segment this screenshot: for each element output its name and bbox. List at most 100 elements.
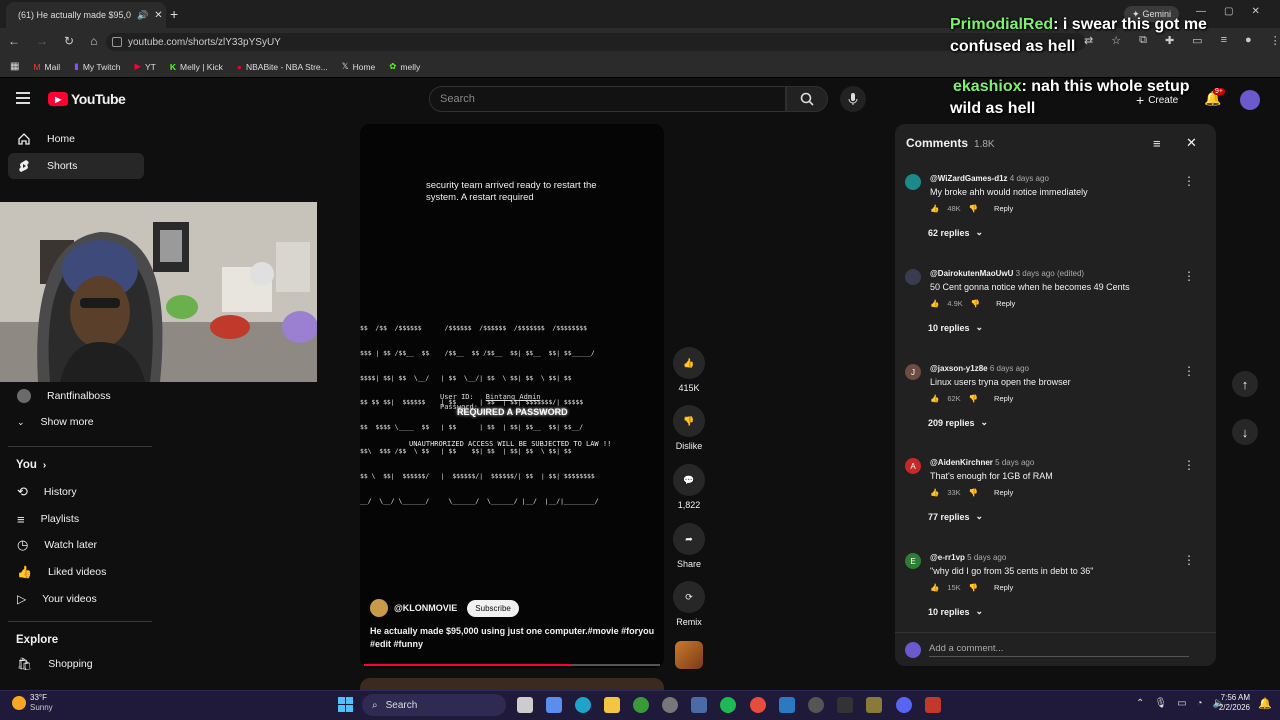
replies-toggle[interactable]: 10 replies ⌄ bbox=[898, 606, 1190, 617]
store-icon[interactable] bbox=[691, 697, 707, 713]
dislike-icon[interactable]: 👎 bbox=[969, 394, 978, 403]
spotify-icon[interactable] bbox=[720, 697, 736, 713]
bookmark-kick[interactable]: K Melly | Kick bbox=[170, 62, 223, 72]
hamburger-menu-icon[interactable] bbox=[16, 92, 30, 104]
channel-name[interactable]: @KLONMOVIE bbox=[394, 603, 457, 613]
comment-author[interactable]: @e-rr1vp 5 days ago bbox=[930, 553, 1190, 562]
comment-author[interactable]: @jaxson-y1z8e 6 days ago bbox=[930, 364, 1190, 373]
channel-avatar[interactable] bbox=[370, 599, 388, 617]
replies-toggle[interactable]: 10 replies ⌄ bbox=[898, 322, 1190, 333]
commenter-avatar[interactable] bbox=[905, 174, 921, 190]
search-button[interactable] bbox=[786, 86, 828, 112]
maximize-icon[interactable]: ▢ bbox=[1224, 6, 1233, 17]
previous-short-button[interactable]: ↑ bbox=[1232, 371, 1258, 397]
comment-more-icon[interactable]: ⋮ bbox=[1183, 458, 1195, 472]
share-button[interactable]: ➦ Share bbox=[672, 523, 706, 569]
comment-author[interactable]: @WiZardGames-d1z 4 days ago bbox=[930, 174, 1190, 183]
commenter-avatar[interactable]: J bbox=[905, 364, 921, 380]
subscribe-button[interactable]: Subscribe bbox=[467, 599, 519, 617]
menu-dots-icon[interactable]: ⋮ bbox=[1270, 34, 1280, 47]
chrome-icon[interactable] bbox=[750, 697, 766, 713]
comments-button[interactable]: 💬 1,822 bbox=[672, 464, 706, 510]
sidebar-item-home[interactable]: Home bbox=[8, 126, 144, 152]
chatgpt-icon[interactable] bbox=[662, 697, 678, 713]
apps-grid-icon[interactable]: ▦ bbox=[10, 61, 19, 72]
reply-button[interactable]: Reply bbox=[994, 488, 1013, 497]
dislike-icon[interactable]: 👎 bbox=[971, 299, 980, 308]
sidebar-item-your-videos[interactable]: ▷ Your videos bbox=[8, 586, 144, 612]
bookmark-twitch[interactable]: ▮ My Twitch bbox=[74, 61, 120, 72]
next-short-button[interactable]: ↓ bbox=[1232, 419, 1258, 445]
notification-center-icon[interactable]: 🔔 bbox=[1258, 697, 1272, 710]
dislike-icon[interactable]: 👎 bbox=[969, 583, 978, 592]
home-icon[interactable]: ⌂ bbox=[90, 34, 97, 48]
account-avatar[interactable] bbox=[1240, 90, 1260, 110]
like-icon[interactable]: 👍 bbox=[930, 299, 939, 308]
sidebar-item-shopping[interactable]: 🛍 Shopping bbox=[8, 651, 144, 677]
reply-button[interactable]: Reply bbox=[994, 583, 1013, 592]
clock[interactable]: 7:56 AM 2/2/2026 bbox=[1216, 693, 1250, 713]
sidebar-item-playlists[interactable]: ≡ Playlists bbox=[8, 506, 144, 532]
sidebar-subscription-rantfinalboss[interactable]: Rantfinalboss bbox=[8, 383, 144, 409]
remix-button[interactable]: ⟳ Remix bbox=[672, 581, 706, 627]
next-video-preview[interactable] bbox=[360, 678, 664, 690]
add-comment-input[interactable]: Add a comment... bbox=[929, 643, 1189, 657]
terminal-icon[interactable] bbox=[837, 697, 853, 713]
dislike-icon[interactable]: 👎 bbox=[969, 204, 978, 213]
profile-icon[interactable]: ● bbox=[1245, 34, 1252, 47]
photos-icon[interactable] bbox=[779, 697, 795, 713]
commenter-avatar[interactable]: E bbox=[905, 553, 921, 569]
like-icon[interactable]: 👍 bbox=[930, 204, 939, 213]
sound-thumbnail[interactable] bbox=[675, 641, 703, 669]
comment-author[interactable]: @DairokutenMaoUwU 3 days ago (edited) bbox=[930, 269, 1190, 278]
close-window-icon[interactable]: ✕ bbox=[1251, 6, 1259, 17]
edge-icon[interactable] bbox=[575, 697, 591, 713]
video-title[interactable]: He actually made $95,000 using just one … bbox=[370, 625, 656, 651]
like-button[interactable]: 👍 415K bbox=[672, 347, 706, 393]
sidebar-you-heading[interactable]: You › bbox=[16, 459, 46, 471]
replies-toggle[interactable]: 209 replies ⌄ bbox=[898, 417, 1190, 428]
sidebar-item-shorts[interactable]: Shorts bbox=[8, 153, 144, 179]
xbox-icon[interactable] bbox=[633, 697, 649, 713]
dislike-icon[interactable]: 👎 bbox=[969, 488, 978, 497]
new-tab-button[interactable]: + bbox=[170, 6, 178, 22]
mic-tray-icon[interactable]: 🎙 bbox=[1154, 698, 1167, 709]
battery-icon[interactable]: ▭ bbox=[1177, 698, 1186, 709]
comment-more-icon[interactable]: ⋮ bbox=[1183, 174, 1195, 188]
commenter-avatar[interactable] bbox=[905, 269, 921, 285]
bookmark-melly[interactable]: ✿ melly bbox=[389, 61, 420, 72]
close-icon[interactable]: ✕ bbox=[1186, 135, 1197, 151]
bookmark-nba[interactable]: ● NBABite - NBA Stre... bbox=[237, 62, 328, 72]
comment-more-icon[interactable]: ⋮ bbox=[1183, 553, 1195, 567]
media-player-icon[interactable] bbox=[808, 697, 824, 713]
weather-widget[interactable]: 33°F Sunny bbox=[12, 693, 53, 713]
reply-button[interactable]: Reply bbox=[996, 299, 1015, 308]
voice-search-button[interactable] bbox=[840, 86, 866, 112]
close-tab-icon[interactable]: ✕ bbox=[154, 10, 162, 21]
taskbar-search[interactable]: ⌕ Search bbox=[362, 694, 506, 716]
comment-author[interactable]: @AidenKirchner 5 days ago bbox=[930, 458, 1190, 467]
like-icon[interactable]: 👍 bbox=[930, 488, 939, 497]
address-bar[interactable]: youtube.com/shorts/zlY33pYSyUY bbox=[106, 33, 1086, 51]
bookmark-yt[interactable]: ▶ YT bbox=[134, 61, 155, 72]
dislike-button[interactable]: 👎 Dislike bbox=[672, 405, 706, 451]
sidebar-item-liked-videos[interactable]: 👍 Liked videos bbox=[8, 559, 144, 585]
replies-toggle[interactable]: 62 replies ⌄ bbox=[898, 227, 1190, 238]
sort-icon[interactable]: ≡ bbox=[1153, 136, 1161, 151]
bookmark-mail[interactable]: M Mail bbox=[33, 62, 60, 72]
reply-button[interactable]: Reply bbox=[994, 204, 1013, 213]
discord-icon[interactable] bbox=[896, 697, 912, 713]
forward-icon[interactable]: → bbox=[36, 34, 48, 48]
obs-icon[interactable] bbox=[925, 697, 941, 713]
like-icon[interactable]: 👍 bbox=[930, 394, 939, 403]
downloads-icon[interactable]: ≡ bbox=[1221, 34, 1227, 47]
copilot-icon[interactable] bbox=[546, 697, 562, 713]
commenter-avatar[interactable]: A bbox=[905, 458, 921, 474]
progress-track[interactable] bbox=[364, 664, 660, 666]
site-info-icon[interactable] bbox=[112, 37, 122, 47]
comment-more-icon[interactable]: ⋮ bbox=[1183, 269, 1195, 283]
sidebar-item-history[interactable]: ⟲ History bbox=[8, 479, 144, 505]
start-button[interactable] bbox=[338, 697, 353, 712]
youtube-logo[interactable]: ▶ YouTube bbox=[48, 91, 126, 107]
task-view-icon[interactable] bbox=[517, 697, 533, 713]
